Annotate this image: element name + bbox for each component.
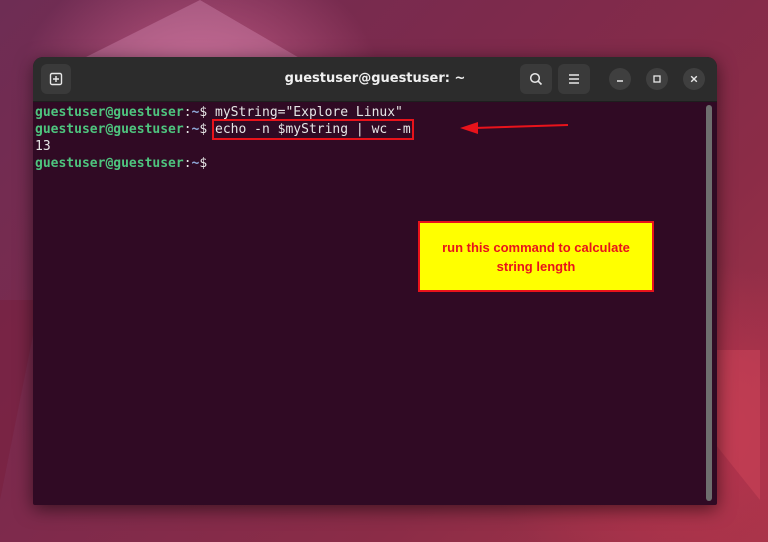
new-tab-icon (49, 72, 63, 86)
prompt-separator: : (183, 156, 192, 171)
prompt-symbol: $ (199, 122, 216, 137)
prompt-user: guestuser@guestuser (35, 105, 184, 120)
search-icon (529, 72, 543, 86)
close-icon (690, 75, 698, 83)
annotation-callout: run this command to calculate string len… (418, 221, 654, 292)
scrollbar[interactable] (706, 105, 712, 501)
terminal-line: guestuser@guestuser:~$ (35, 155, 703, 172)
terminal-line: guestuser@guestuser:~$ echo -n $myString… (35, 119, 703, 140)
prompt-symbol: $ (199, 105, 216, 120)
prompt-user: guestuser@guestuser (35, 156, 184, 171)
command-text: myString="Explore Linux" (215, 105, 403, 120)
new-tab-button[interactable] (41, 64, 71, 94)
prompt-separator: : (183, 122, 192, 137)
terminal-output[interactable]: guestuser@guestuser:~$ myString="Explore… (33, 102, 703, 505)
maximize-icon (653, 75, 661, 83)
window-title: guestuser@guestuser: ~ (284, 71, 466, 86)
prompt-separator: : (183, 105, 192, 120)
maximize-button[interactable] (646, 68, 668, 90)
close-button[interactable] (683, 68, 705, 90)
menu-button[interactable] (558, 64, 590, 94)
minimize-icon (617, 80, 623, 82)
title-bar[interactable]: guestuser@guestuser: ~ (33, 57, 717, 102)
terminal-line: 13 (35, 138, 703, 155)
minimize-button[interactable] (609, 68, 631, 90)
hamburger-menu-icon (569, 74, 579, 84)
highlighted-command: echo -n $myString | wc -m (212, 119, 414, 140)
command-output: 13 (35, 139, 51, 154)
prompt-user: guestuser@guestuser (35, 122, 184, 137)
terminal-line: guestuser@guestuser:~$ myString="Explore… (35, 104, 703, 121)
search-button[interactable] (520, 64, 552, 94)
prompt-symbol: $ (199, 156, 208, 171)
